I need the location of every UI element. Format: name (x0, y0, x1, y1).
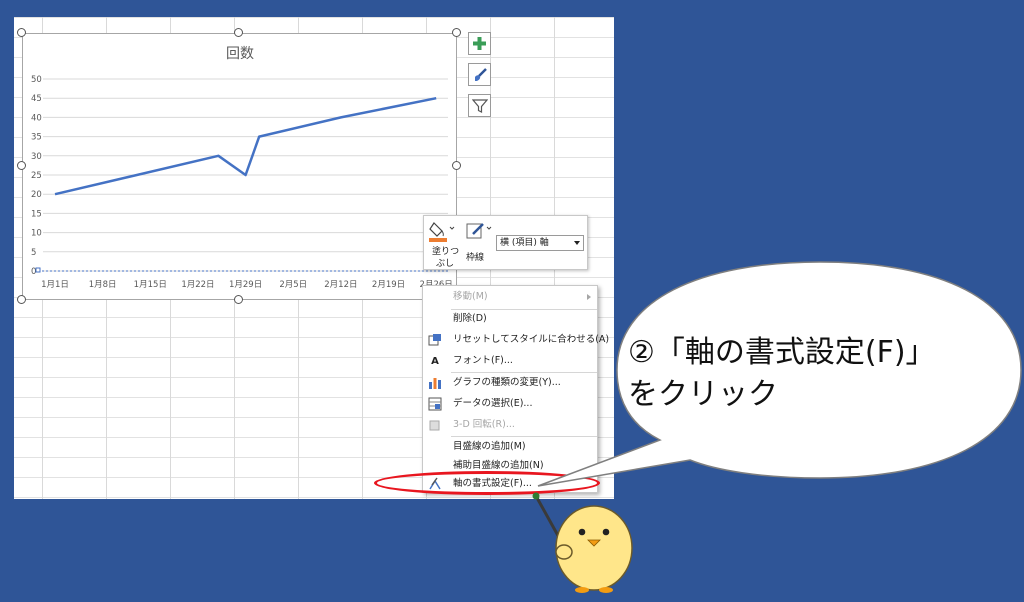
speech-bubble (537, 261, 1022, 487)
chick-mascot-icon (532, 492, 633, 593)
callout-line-1: ②「軸の書式設定(F)」 (628, 335, 936, 370)
callout-line-2: をクリック (628, 377, 778, 412)
callout-text: ②「軸の書式設定(F)」 をクリック (628, 332, 1018, 416)
